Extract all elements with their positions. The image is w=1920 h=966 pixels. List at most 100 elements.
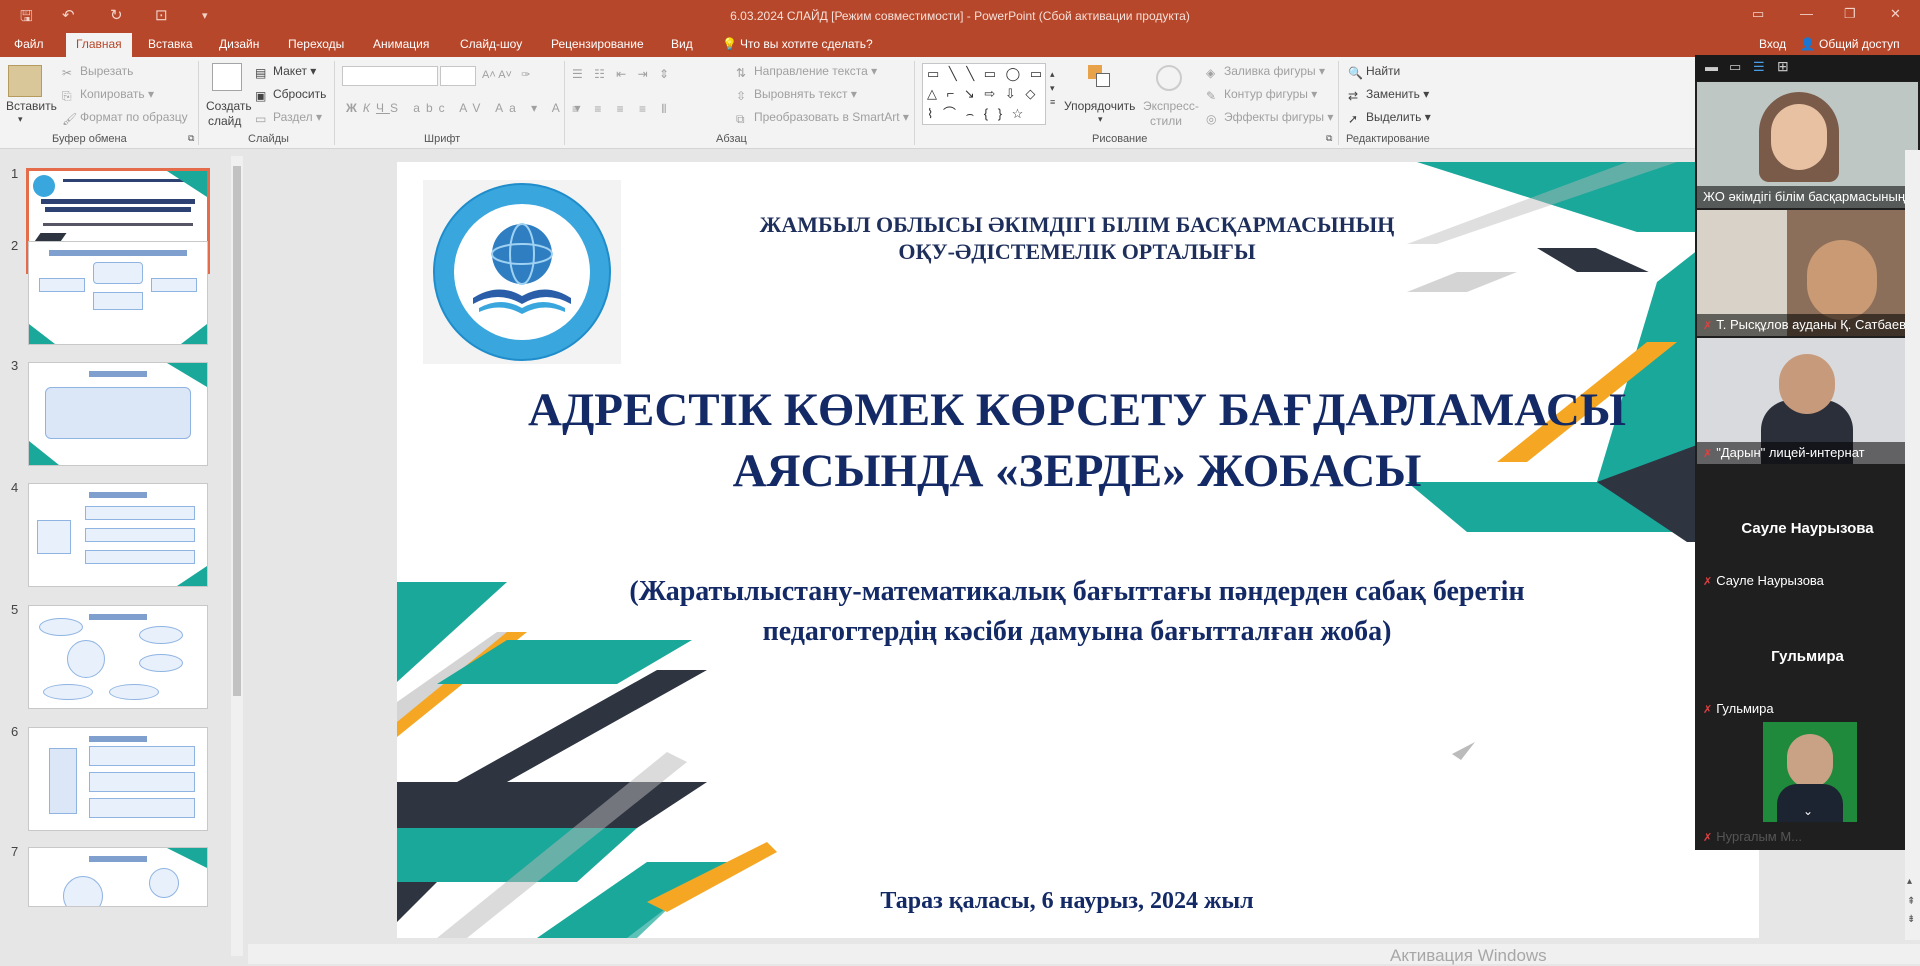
shape-effects-button[interactable]: ◎ Эффекты фигуры ▾ xyxy=(1206,110,1333,126)
tab-file[interactable]: Файл xyxy=(14,37,44,51)
participant-tile[interactable]: ЖО әкімдігі білім басқармасының ... xyxy=(1697,82,1918,208)
font-size-combo[interactable] xyxy=(440,66,476,86)
tab-transitions[interactable]: Переходы xyxy=(288,37,344,51)
diagram-box xyxy=(37,520,71,554)
diagram-ellipse xyxy=(139,654,183,672)
thumbnails-scrollbar[interactable] xyxy=(231,156,243,956)
minimize-icon[interactable]: — xyxy=(1800,6,1813,21)
section-button[interactable]: ▭ Раздел ▾ xyxy=(255,110,322,126)
format-painter-button[interactable]: 🖌 Формат по образцу xyxy=(62,110,188,126)
speaker-view-icon[interactable]: ▭ xyxy=(1729,59,1741,75)
dialog-launcher-icon[interactable]: ⧉ xyxy=(1326,133,1332,144)
copy-button[interactable]: ⎘ Копировать ▾ xyxy=(62,87,154,103)
participant-tile[interactable]: ✗ Т. Рысқұлов ауданы Қ. Сатбаев... xyxy=(1697,210,1918,336)
slide-title-line2: АЯСЫНДА «ЗЕРДЕ» ЖОБАСЫ xyxy=(732,445,1422,497)
participant-tile[interactable]: Сауле Наурызова ✗ Сауле Наурызова xyxy=(1697,466,1918,592)
shapes-gallery[interactable]: ▭ ╲ ╲ ▭ ◯ ▭ △ ⌐ ↘ ⇨ ⇩ ◇ ⌇ ⌒ ⌢ { } ☆ xyxy=(922,63,1046,125)
pen-icon: ✎ xyxy=(1206,88,1217,103)
dialog-launcher-icon[interactable]: ⧉ xyxy=(188,133,194,144)
strip-view-icon[interactable]: ☰ xyxy=(1753,59,1765,75)
replace-button[interactable]: ⇄ Заменить ▾ xyxy=(1348,87,1429,103)
thumbnail-6[interactable] xyxy=(28,727,208,831)
tab-design[interactable]: Дизайн xyxy=(219,37,259,51)
scissors-icon: ✂ xyxy=(62,65,73,80)
participant-name: ЖО әкімдігі білім басқармасының ... xyxy=(1703,189,1913,204)
new-slide-label-2[interactable]: слайд xyxy=(208,114,241,128)
new-slide-icon[interactable] xyxy=(212,63,242,91)
minimize-icon[interactable]: ▬ xyxy=(1705,59,1718,74)
chevron-down-icon[interactable]: ⌄ xyxy=(1803,804,1813,818)
tab-home[interactable]: Главная xyxy=(66,33,132,57)
select-button[interactable]: ➚ Выделить ▾ xyxy=(1348,110,1431,126)
tell-me-input[interactable]: Что вы хотите сделать? xyxy=(740,37,873,51)
thumbnail-2[interactable] xyxy=(28,241,208,345)
text-direction-button[interactable]: ⇅ Направление текста ▾ xyxy=(736,64,877,80)
participant-name: ✗ Сауле Наурызова xyxy=(1703,573,1913,588)
diagram-ellipse xyxy=(109,684,159,700)
divider xyxy=(914,61,915,145)
thumb-number: 4 xyxy=(11,480,19,495)
participant-big-name: Гульмира xyxy=(1771,648,1844,665)
tab-animation[interactable]: Анимация xyxy=(373,37,429,51)
login-link[interactable]: Вход xyxy=(1759,37,1786,51)
tab-insert[interactable]: Вставка xyxy=(148,37,193,51)
shape-outline-button[interactable]: ✎ Контур фигуры ▾ xyxy=(1206,87,1317,103)
layout-button[interactable]: ▤ Макет ▾ xyxy=(255,64,316,80)
font-size-controls[interactable]: A˄ A˅ ✑ xyxy=(482,68,530,81)
scroll-thumb[interactable] xyxy=(233,166,241,696)
arrange-button[interactable]: Упорядочить xyxy=(1064,99,1135,113)
paste-icon[interactable] xyxy=(8,65,42,97)
close-icon[interactable]: ✕ xyxy=(1890,6,1901,22)
quick-styles-label-1[interactable]: Экспресс- xyxy=(1143,99,1199,113)
slides-group-label: Слайды xyxy=(248,133,289,145)
participant-tile[interactable]: Гульмира ✗ Гульмира xyxy=(1697,594,1918,720)
share-button[interactable]: Общий доступ xyxy=(1819,37,1900,51)
chevron-down-icon[interactable]: ▾ xyxy=(1098,114,1103,125)
window-title: 6.03.2024 СЛАЙД [Режим совместимости] - … xyxy=(730,9,1190,23)
next-slide-icon[interactable]: ⇟ xyxy=(1907,914,1915,925)
slide-scrollbar[interactable]: ▴ ⇞ ⇟ xyxy=(1905,150,1920,940)
text-line xyxy=(43,223,193,226)
scroll-up-icon[interactable]: ▴ xyxy=(1907,876,1912,887)
paste-button[interactable]: Вставить xyxy=(6,99,57,113)
find-button[interactable]: 🔍 Найти xyxy=(1348,64,1400,80)
ribbon-options-icon[interactable]: ▭ xyxy=(1752,6,1764,22)
reset-button[interactable]: ▣ Сбросить xyxy=(255,87,326,103)
smartart-label: Преобразовать в SmartArt xyxy=(754,110,900,124)
thumbnail-3[interactable] xyxy=(28,362,208,466)
mic-muted-icon: ✗ xyxy=(1703,448,1713,460)
participant-tile[interactable]: ✗ "Дарын" лицей-интернат xyxy=(1697,338,1918,464)
tab-view[interactable]: Вид xyxy=(671,37,693,51)
thumbnail-7[interactable] xyxy=(28,847,208,907)
text-line xyxy=(89,736,147,742)
align-controls[interactable]: ≡ ≡ ≡ ≡ ⫴ xyxy=(572,102,672,117)
shape-fill-label: Заливка фигуры xyxy=(1224,64,1316,78)
tab-review[interactable]: Рецензирование xyxy=(551,37,644,51)
restore-icon[interactable]: ❐ xyxy=(1844,6,1856,22)
thumbnail-4[interactable] xyxy=(28,483,208,587)
thumbnail-5[interactable] xyxy=(28,605,208,709)
shapes-scroll[interactable]: ▴ ▾ ≡ xyxy=(1050,67,1055,109)
diagram-box xyxy=(89,746,195,766)
diagram-box xyxy=(89,798,195,818)
smartart-button[interactable]: ⧉ Преобразовать в SmartArt ▾ xyxy=(736,110,909,126)
diagram-ellipse xyxy=(39,618,83,636)
participant-tile[interactable]: ⌄ ✗ Нургалым М... xyxy=(1697,722,1918,848)
quick-styles-label-2[interactable]: стили xyxy=(1150,114,1182,128)
diagram-circle xyxy=(63,876,103,906)
participant-video xyxy=(1787,734,1833,788)
shape-fill-button[interactable]: ◈ Заливка фигуры ▾ xyxy=(1206,64,1325,80)
grid-view-icon[interactable]: ⊞ xyxy=(1777,58,1789,75)
align-text-button[interactable]: ⇳ Выровнять текст ▾ xyxy=(736,87,857,103)
chevron-down-icon[interactable]: ▾ xyxy=(18,114,23,125)
shape-outline-label: Контур фигуры xyxy=(1224,87,1308,101)
previous-slide-icon[interactable]: ⇞ xyxy=(1907,896,1915,907)
cut-button[interactable]: ✂ Вырезать xyxy=(62,64,133,80)
font-style-controls[interactable]: ЖКЧS abc AV Aa ▾ A ▾ xyxy=(346,101,587,115)
font-family-combo[interactable] xyxy=(342,66,438,86)
current-slide[interactable]: ЖАМБЫЛ ОБЛЫСЫ ӘКІМДІГІ БІЛІМ БАСҚАРМАСЫН… xyxy=(397,162,1759,938)
quick-styles-icon xyxy=(1156,65,1182,91)
list-controls[interactable]: ☰ ☷ ⇤ ⇥ ⇕ xyxy=(572,67,673,81)
new-slide-label-1[interactable]: Создать xyxy=(206,99,252,113)
tab-slideshow[interactable]: Слайд-шоу xyxy=(460,37,522,51)
